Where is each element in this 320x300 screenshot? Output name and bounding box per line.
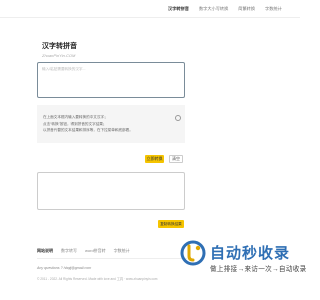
tab-word-pinyin[interactable]: word拼音转 [85, 248, 106, 254]
tab-word-count[interactable]: 字数统计 [114, 248, 130, 254]
page-title: 汉字转拼音 [42, 43, 77, 50]
hint-line: 以拼音代替的文本结果和排序等，在下拉菜单和底部看。 [43, 128, 133, 132]
tab-site-info[interactable]: 网站说明 [37, 248, 53, 254]
tab-number-convert[interactable]: 数字转写 [61, 248, 77, 254]
input-placeholder: 输入/粘贴需要转换的汉字... [42, 67, 86, 71]
nav-item-pinyin[interactable]: 汉字转拼音 [168, 6, 189, 12]
info-icon [175, 115, 181, 121]
watermark-tagline: 做上排接→来访一次→自动收录 [210, 266, 307, 273]
convert-button[interactable]: 立即转换 [145, 155, 164, 163]
nav-item-number-case[interactable]: 数字大小写转换 [199, 6, 228, 12]
nav-item-word-count[interactable]: 字数统计 [265, 6, 282, 12]
page-subtitle: ZhuanPinYin.COM [42, 53, 76, 58]
header-divider [0, 17, 300, 18]
hint-panel: 在上面文本框内输入要转换的中文汉字； 点击“转换”按钮，得到拼音的文字结果； 以… [37, 105, 185, 143]
tabs-divider [37, 258, 187, 259]
top-nav: 汉字转拼音 数字大小写转换 简繁转换 字数统计 [168, 6, 296, 12]
copy-result-button[interactable]: 复制转换结果 [158, 220, 184, 228]
watermark-logo-icon [180, 240, 206, 266]
contact-email: Any questions ? hbqij@gmail.com [37, 266, 92, 270]
pinyin-output[interactable] [37, 172, 185, 210]
watermark-title: 自动秒收录 [210, 245, 291, 262]
chinese-input[interactable]: 输入/粘贴需要转换的汉字... [37, 62, 185, 98]
watermark: 自动秒收录 做上排接→来访一次→自动收录 [178, 238, 306, 278]
info-tabs: 网站说明 数字转写 word拼音转 字数统计 [37, 248, 130, 254]
clear-button[interactable]: 清空 [169, 155, 183, 163]
copyright: © 2011 - 2022. All Rights Reserved. Made… [37, 277, 158, 281]
brand: 汉字转拼音 ZhuanPinYin.COM [42, 41, 77, 58]
nav-item-traditional-simplified[interactable]: 简繁转换 [238, 6, 255, 12]
